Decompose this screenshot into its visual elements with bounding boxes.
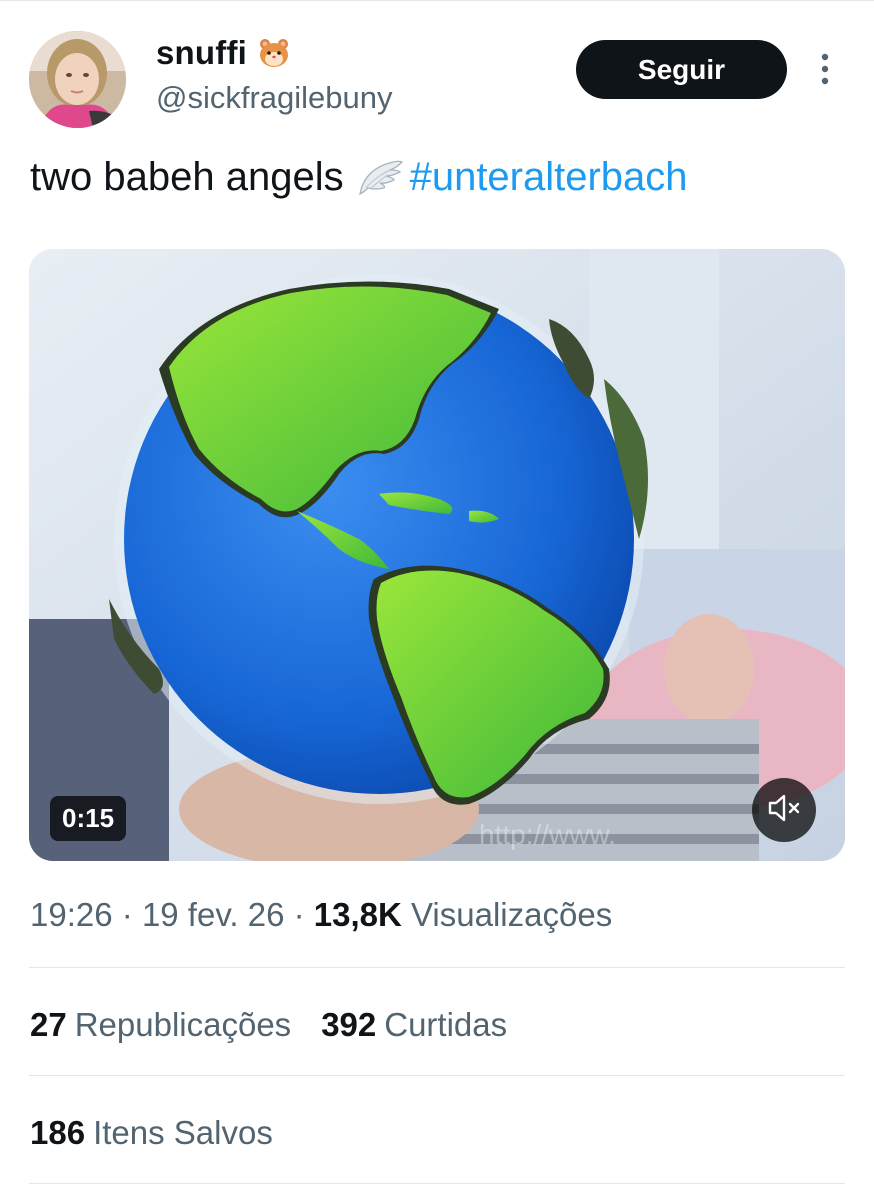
reposts-count: 27 xyxy=(30,1006,67,1043)
tweet-time[interactable]: 19:26 xyxy=(30,896,113,933)
author-handle[interactable]: @sickfragilebuny xyxy=(156,80,393,116)
meta-separator: · xyxy=(293,896,305,933)
bookmarks-row: 186 Itens Salvos xyxy=(30,1114,273,1152)
tweet-date[interactable]: 19 fev. 26 xyxy=(142,896,285,933)
wing-icon xyxy=(356,158,404,198)
speaker-muted-icon xyxy=(767,793,801,828)
video-frame: http://www. xyxy=(29,249,845,861)
tweet-meta: 19:26 · 19 fev. 26 · 13,8K Visualizações xyxy=(30,896,612,934)
mute-button[interactable] xyxy=(752,778,816,842)
avatar[interactable] xyxy=(29,31,126,128)
more-vertical-icon[interactable] xyxy=(814,52,836,88)
tweet-text: two babeh angels #unteralterbach xyxy=(30,155,688,200)
meta-separator: · xyxy=(121,896,133,933)
likes-count: 392 xyxy=(321,1006,377,1043)
engagement-row: 27 Republicações 392 Curtidas xyxy=(30,1006,507,1044)
top-divider xyxy=(0,0,874,1)
bookmarks-stat[interactable]: 186 Itens Salvos xyxy=(30,1114,273,1152)
divider xyxy=(29,1075,845,1076)
author-name-row: snuffi xyxy=(156,34,291,72)
follow-button[interactable]: Seguir xyxy=(576,40,787,99)
tweet-body: two babeh angels xyxy=(30,155,344,199)
likes-label: Curtidas xyxy=(384,1006,508,1043)
reposts-stat[interactable]: 27 Republicações xyxy=(30,1006,291,1044)
views-label: Visualizações xyxy=(411,896,613,933)
reposts-label: Republicações xyxy=(74,1006,292,1043)
divider xyxy=(29,1183,845,1184)
video-player[interactable]: http://www. 0:15 xyxy=(29,249,845,861)
author-display-name[interactable]: snuffi xyxy=(156,34,247,72)
views-count: 13,8K xyxy=(313,896,402,933)
video-duration: 0:15 xyxy=(50,796,127,841)
likes-stat[interactable]: 392 Curtidas xyxy=(321,1006,507,1044)
hamster-icon xyxy=(257,36,291,70)
hashtag-link[interactable]: #unteralterbach xyxy=(410,155,688,200)
video-watermark: http://www. xyxy=(479,819,616,850)
divider xyxy=(29,967,845,968)
bookmarks-count: 186 xyxy=(30,1114,86,1151)
bookmarks-label: Itens Salvos xyxy=(93,1114,273,1151)
